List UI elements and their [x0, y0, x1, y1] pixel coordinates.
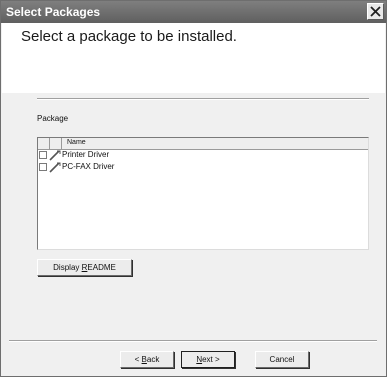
page-heading: Select a package to be installed.	[21, 28, 237, 45]
next-button[interactable]: Next >	[181, 351, 235, 368]
pc-fax-driver-checkbox[interactable]	[39, 163, 47, 171]
title-bar[interactable]: Select Packages	[1, 1, 386, 23]
package-list[interactable]: Name Printer Driver PC-FAX Driver	[37, 137, 369, 250]
window-title: Select Packages	[6, 5, 101, 19]
printer-driver-label: Printer Driver	[62, 150, 110, 159]
display-readme-button[interactable]: Display README	[37, 259, 132, 276]
column-icon-header[interactable]	[50, 138, 62, 149]
select-packages-dialog: Select Packages Select a package to be i…	[0, 0, 387, 377]
close-icon	[370, 6, 381, 17]
close-button[interactable]	[367, 3, 384, 20]
cancel-button[interactable]: Cancel	[255, 351, 309, 368]
package-icon	[49, 150, 61, 161]
pc-fax-driver-label: PC-FAX Driver	[62, 162, 115, 171]
back-label-suffix: ack	[146, 355, 160, 364]
readme-label-suffix: EADME	[87, 263, 116, 272]
header-divider	[37, 98, 369, 100]
readme-label-prefix: Display	[53, 263, 82, 272]
list-header: Name	[38, 138, 368, 150]
next-label-suffix: ext >	[202, 355, 220, 364]
package-icon	[49, 162, 61, 173]
back-button[interactable]: < Back	[120, 351, 174, 368]
column-name-header[interactable]: Name	[67, 139, 86, 146]
column-checkbox-header[interactable]	[38, 138, 50, 149]
list-item[interactable]: Printer Driver	[38, 150, 368, 161]
footer-divider	[9, 340, 377, 342]
printer-driver-checkbox[interactable]	[39, 151, 47, 159]
back-label-prefix: <	[134, 355, 142, 364]
package-group-label: Package	[37, 114, 69, 123]
list-item[interactable]: PC-FAX Driver	[38, 162, 368, 173]
